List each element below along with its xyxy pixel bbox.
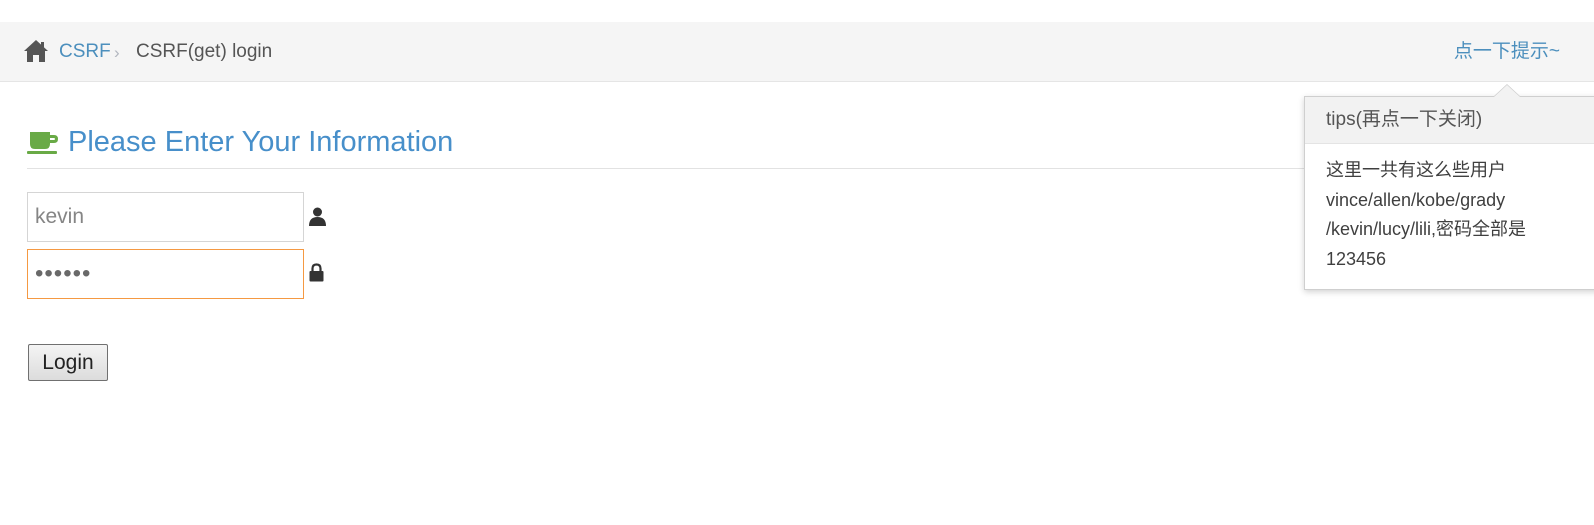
- lock-icon: [309, 263, 324, 282]
- popover-title: tips(再点一下关闭): [1305, 97, 1594, 144]
- breadcrumb-link-csrf[interactable]: CSRF: [59, 40, 111, 64]
- password-input[interactable]: [27, 249, 304, 299]
- tips-popover[interactable]: tips(再点一下关闭) 这里一共有这么些用户 vince/allen/kobe…: [1304, 84, 1594, 290]
- breadcrumb-bar: CSRF › CSRF(get) login 点一下提示~: [0, 22, 1594, 82]
- username-input[interactable]: [27, 192, 304, 242]
- page-title: Please Enter Your Information: [68, 126, 454, 158]
- breadcrumb-separator: ›: [114, 43, 120, 62]
- popover-line: 123456: [1326, 248, 1387, 269]
- breadcrumb-current: CSRF(get) login: [136, 41, 273, 62]
- popover-line: 这里一共有这么些用户: [1326, 160, 1506, 180]
- popover-arrow-fill: [1494, 85, 1520, 97]
- coffee-cup-icon: [27, 132, 58, 154]
- popover-line: /kevin/lucy/lili,密码全部是: [1326, 219, 1527, 239]
- popover-body: 这里一共有这么些用户 vince/allen/kobe/grady /kevin…: [1305, 144, 1594, 274]
- hint-link[interactable]: 点一下提示~: [1454, 40, 1560, 64]
- home-icon[interactable]: [23, 39, 49, 63]
- page: CSRF › CSRF(get) login 点一下提示~ Please Ent…: [0, 0, 1594, 525]
- login-button[interactable]: Login: [28, 344, 108, 381]
- user-icon: [309, 207, 326, 226]
- popover-line: vince/allen/kobe/grady: [1326, 189, 1506, 210]
